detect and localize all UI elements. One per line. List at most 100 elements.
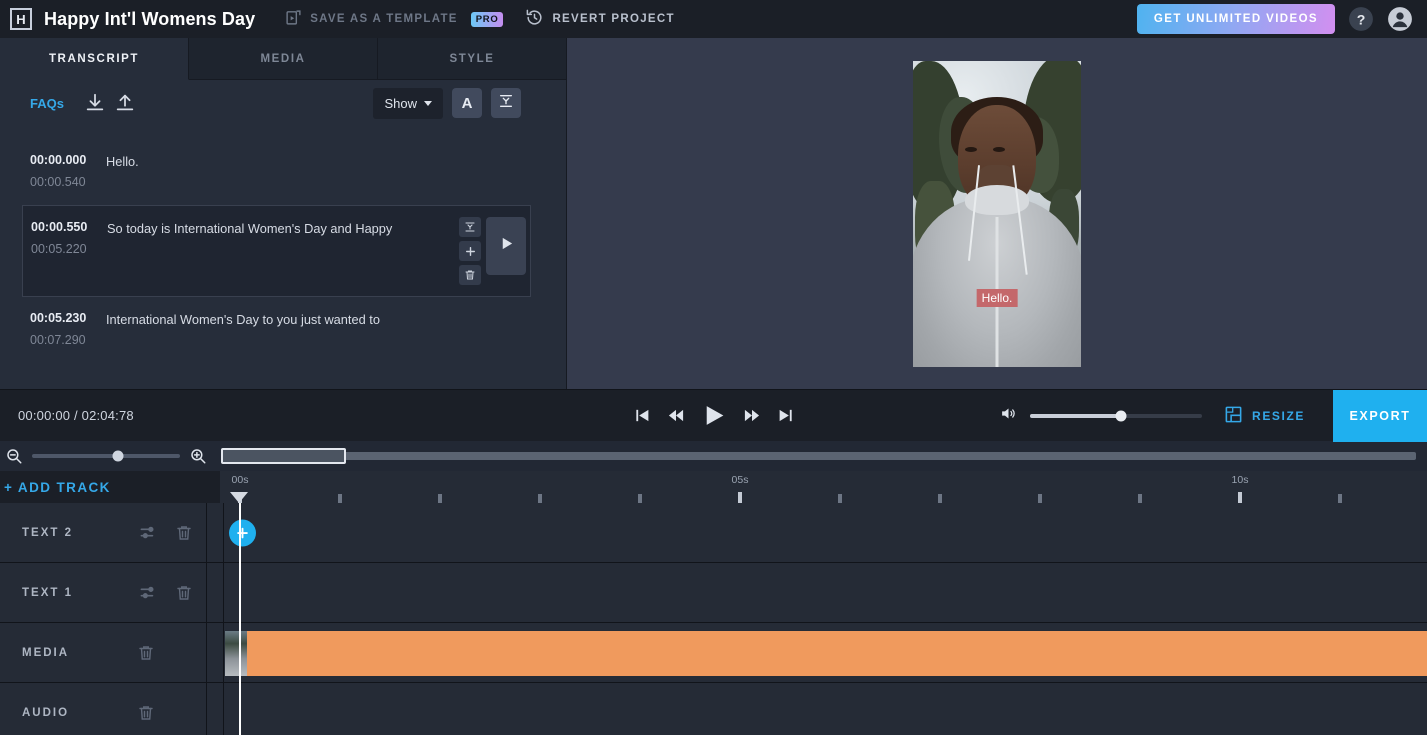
subject-eye [965, 146, 977, 152]
timeline-scroll-thumb[interactable] [221, 448, 346, 464]
subject-eye [993, 146, 1005, 152]
get-unlimited-videos-button[interactable]: GET UNLIMITED VIDEOS [1136, 4, 1335, 34]
show-dropdown[interactable]: Show [373, 87, 443, 119]
download-icon[interactable] [84, 92, 106, 114]
trash-icon[interactable] [459, 265, 481, 285]
upload-icon[interactable] [114, 92, 136, 114]
play-icon[interactable] [701, 403, 726, 428]
transcript-row[interactable]: 00:00.000 00:00.540 Hello. [0, 139, 566, 205]
resize-button[interactable]: RESIZE [1224, 405, 1305, 427]
volume-slider[interactable] [1030, 410, 1203, 421]
collapse-icon[interactable] [459, 217, 481, 237]
left-panel: TRANSCRIPT MEDIA STYLE FAQs Show A 00:00… [0, 38, 567, 389]
lane-gutter [207, 563, 224, 622]
panel-tabs: TRANSCRIPT MEDIA STYLE [0, 38, 566, 80]
transcript-text[interactable]: So today is International Women's Day an… [107, 217, 459, 239]
revert-project-label: REVERT PROJECT [552, 13, 675, 25]
tab-style[interactable]: STYLE [378, 38, 566, 80]
track-label-text-1[interactable]: TEXT 1 [0, 563, 207, 622]
transcript-times: 00:00.550 00:05.220 [31, 217, 107, 261]
ruler-tick [1038, 494, 1042, 503]
timeline-ruler[interactable]: 00s 05s 10s [220, 471, 1427, 503]
transport-controls [633, 403, 794, 428]
transcript-start-time: 00:00.000 [30, 153, 87, 167]
ruler-label: 00s [231, 474, 249, 486]
add-text-clip-button[interactable] [229, 519, 256, 546]
editor-body: TRANSCRIPT MEDIA STYLE FAQs Show A 00:00… [0, 38, 1427, 389]
app-header: H Happy Int'l Womens Day SAVE AS A TEMPL… [0, 0, 1427, 38]
transcript-list[interactable]: 00:00.000 00:00.540 Hello. 00:00.550 00:… [0, 126, 566, 389]
add-track-button[interactable]: + ADD TRACK [0, 471, 220, 503]
play-clip-button[interactable] [486, 217, 526, 275]
fast-forward-icon[interactable] [742, 407, 761, 424]
track-label-media[interactable]: MEDIA [0, 623, 207, 682]
playback-bar: 00:00:00 / 02:04:78 RESIZE EXPORT [0, 389, 1427, 442]
chevron-down-icon [424, 100, 432, 106]
ruler-tick [538, 494, 542, 503]
track-name: MEDIA [22, 646, 70, 659]
volume-knob[interactable] [1115, 410, 1127, 421]
faqs-link[interactable]: FAQs [30, 96, 64, 111]
lane-gutter [207, 503, 224, 562]
sliders-icon[interactable] [134, 579, 162, 607]
transcript-times: 00:05.230 00:07.290 [30, 308, 106, 352]
transcript-row-selected[interactable]: 00:00.550 00:05.220 So today is Internat… [22, 205, 531, 297]
zoom-out-icon[interactable] [5, 447, 23, 465]
revert-project-button[interactable]: REVERT PROJECT [525, 8, 674, 30]
transcript-start-time: 00:05.230 [30, 311, 87, 325]
history-icon [525, 8, 544, 30]
volume-icon[interactable] [999, 405, 1018, 427]
save-as-template-label: SAVE AS A TEMPLATE [310, 13, 458, 25]
skip-previous-icon[interactable] [633, 407, 650, 424]
ruler-tick [338, 494, 342, 503]
track-lane-text-2[interactable] [207, 503, 1427, 562]
playhead[interactable] [239, 503, 241, 735]
ruler-tick [1238, 492, 1242, 503]
zoom-in-icon[interactable] [189, 447, 207, 465]
trash-icon[interactable] [170, 519, 198, 547]
playhead-handle[interactable] [230, 492, 248, 503]
transcript-text[interactable]: Hello. [106, 150, 566, 172]
transcript-text[interactable]: International Women's Day to you just wa… [106, 308, 566, 330]
save-as-template-button[interactable]: SAVE AS A TEMPLATE PRO [285, 9, 504, 29]
video-caption[interactable]: Hello. [976, 288, 1018, 307]
font-button-label: A [461, 94, 473, 112]
trash-icon[interactable] [132, 639, 160, 667]
ruler-tick [838, 494, 842, 503]
account-circle-icon[interactable] [1387, 6, 1413, 32]
timeline-scrollbar[interactable] [221, 448, 1416, 464]
help-circle-icon[interactable]: ? [1348, 6, 1374, 32]
export-button[interactable]: EXPORT [1333, 389, 1427, 442]
align-collapse-button[interactable] [491, 88, 521, 118]
tab-media[interactable]: MEDIA [189, 38, 378, 80]
media-clip[interactable] [225, 631, 1427, 676]
ruler-tick [1338, 494, 1342, 503]
zoom-knob[interactable] [112, 450, 124, 462]
transcript-end-time: 00:07.290 [30, 333, 86, 347]
ruler-tick [638, 494, 642, 503]
transcript-mini-actions [459, 217, 481, 285]
template-icon [285, 9, 302, 29]
plus-icon[interactable] [459, 241, 481, 261]
app-logo[interactable]: H [10, 8, 32, 30]
tab-transcript[interactable]: TRANSCRIPT [0, 38, 189, 80]
track-name: TEXT 2 [22, 526, 73, 539]
skip-next-icon[interactable] [777, 407, 794, 424]
track-label-audio[interactable]: AUDIO [0, 683, 207, 735]
trash-icon[interactable] [132, 699, 160, 727]
header-right-group: GET UNLIMITED VIDEOS ? [1136, 4, 1413, 34]
transcript-row[interactable]: 00:05.230 00:07.290 International Women'… [0, 297, 566, 363]
rewind-icon[interactable] [666, 407, 685, 424]
track-lane-media[interactable] [207, 623, 1427, 682]
sliders-icon[interactable] [134, 519, 162, 547]
zoom-slider[interactable] [32, 450, 180, 462]
ruler-tick [938, 494, 942, 503]
track-label-text-2[interactable]: TEXT 2 [0, 503, 207, 562]
timeline-tracks: TEXT 2 TEXT 1 MEDIA AUDIO [0, 503, 1427, 735]
track-lane-audio[interactable] [207, 683, 1427, 735]
video-frame[interactable]: Hello. [913, 60, 1081, 367]
track-lane-text-1[interactable] [207, 563, 1427, 622]
font-style-button[interactable]: A [452, 88, 482, 118]
ruler-tick [438, 494, 442, 503]
trash-icon[interactable] [170, 579, 198, 607]
